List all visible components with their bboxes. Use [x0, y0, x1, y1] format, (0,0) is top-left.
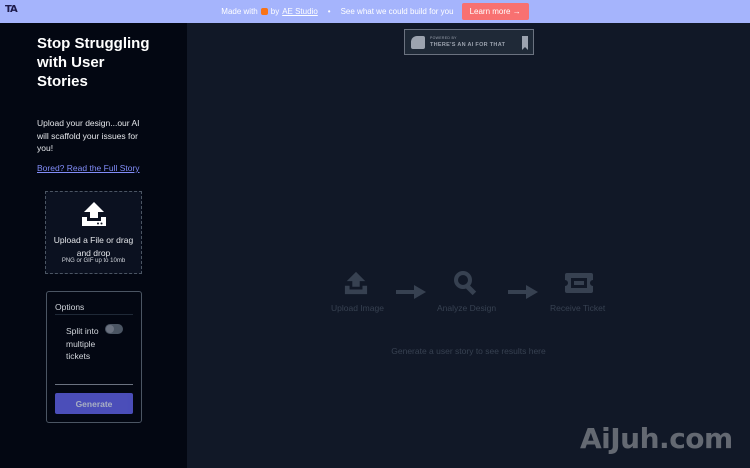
file-upload-dropzone[interactable]: Upload a File or drag and drop PNG or GI…: [45, 191, 142, 274]
split-tickets-label: Split into multiple tickets: [66, 326, 99, 361]
arrow-right-icon-2: [508, 285, 538, 299]
main-panel: POWERED BY THERE'S AN AI FOR THAT Upload…: [187, 23, 750, 468]
top-banner: TA Made with by AE Studio • See what we …: [0, 0, 750, 23]
banner-pitch: See what we could build for you: [340, 7, 454, 16]
step-receive-ticket: Receive Ticket: [550, 303, 606, 313]
powered-by-label: POWERED BY: [430, 36, 457, 40]
step-analyze-design: Analyze Design: [437, 303, 497, 313]
upload-instruction: Upload a File or drag and drop: [53, 235, 134, 258]
app-logo[interactable]: TA: [5, 4, 18, 15]
ae-studio-link[interactable]: AE Studio: [282, 7, 318, 16]
powered-by-brand: THERE'S AN AI FOR THAT: [430, 42, 506, 48]
read-full-story-link[interactable]: Bored? Read the Full Story: [37, 163, 140, 173]
options-panel: Options Split into multiple tickets Gene…: [46, 291, 142, 423]
options-header: Options: [55, 302, 85, 312]
results-placeholder: Generate a user story to see results her…: [391, 346, 546, 356]
options-divider-bottom: [55, 384, 133, 385]
upload-file-hint: PNG or GIF up to 10mb: [61, 258, 126, 264]
heart-icon: [260, 8, 268, 15]
learn-more-button[interactable]: Learn more →: [461, 3, 529, 20]
generate-button[interactable]: Generate: [55, 393, 133, 414]
split-tickets-toggle[interactable]: [105, 324, 123, 334]
banner-separator: •: [327, 7, 331, 16]
page-title: Stop Struggling with User Stories: [37, 35, 150, 90]
arrow-right-icon: [396, 285, 426, 299]
made-with-label: Made with: [221, 7, 258, 16]
flexed-arm-icon: [411, 36, 425, 49]
by-label: by: [270, 7, 280, 16]
step-upload-image: Upload Image: [331, 303, 384, 313]
page-description: Upload your design...our AI will scaffol…: [37, 118, 140, 153]
bookmark-icon: [522, 36, 528, 50]
theres-an-ai-for-that-badge[interactable]: POWERED BY THERE'S AN AI FOR THAT: [404, 29, 534, 55]
magnifier-icon: [454, 271, 477, 296]
upload-icon: [82, 202, 106, 226]
watermark: AiJuh.com: [580, 422, 733, 455]
upload-image-icon: [344, 271, 368, 295]
ticket-icon: [565, 273, 593, 293]
toggle-knob: [106, 325, 114, 333]
sidebar: Stop Struggling with User Stories Upload…: [0, 23, 187, 468]
options-divider: [55, 314, 133, 315]
made-with-text: Made with by AE Studio: [221, 7, 318, 16]
